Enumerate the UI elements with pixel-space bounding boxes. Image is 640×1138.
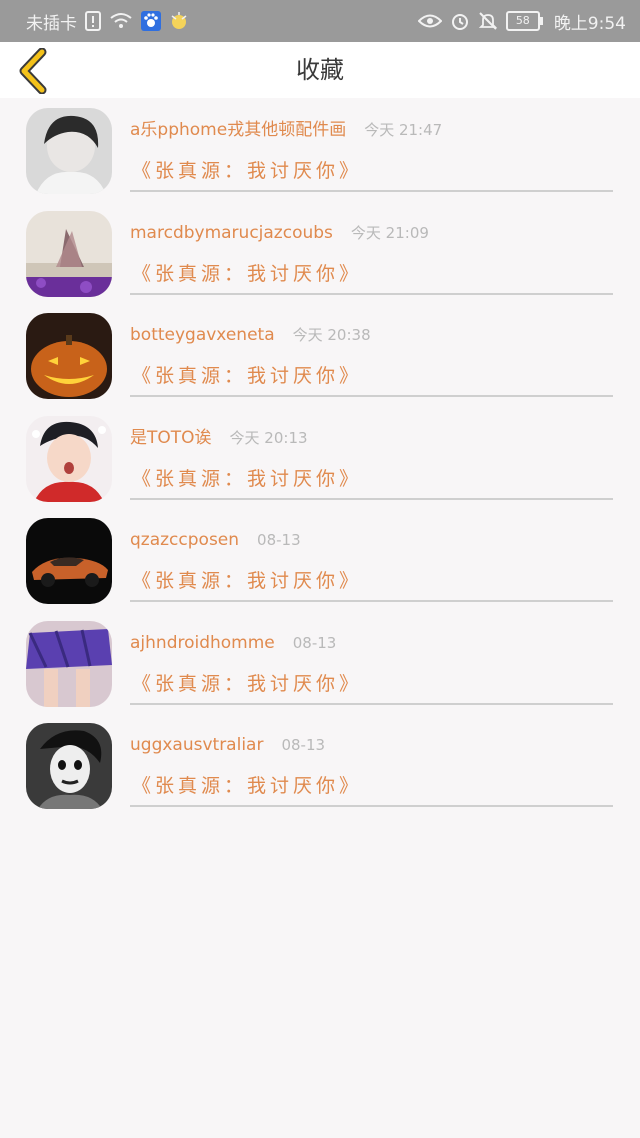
item-meta: marcdbymarucjazcoubs 今天 21:09: [130, 221, 429, 245]
work-title[interactable]: 《张真源：我讨厌你》: [132, 464, 362, 491]
username[interactable]: marcdbymarucjazcoubs: [130, 223, 333, 243]
mute-icon: [478, 11, 498, 31]
username[interactable]: botteygavxeneta: [130, 325, 275, 345]
item-meta: qzazccposen 08-13: [130, 528, 301, 552]
avatar[interactable]: [26, 620, 112, 707]
item-meta: uggxausvtraliar 08-13: [130, 733, 325, 757]
avatar[interactable]: [26, 415, 112, 502]
item-meta: ajhndroidhomme 08-13: [130, 631, 336, 655]
divider: [130, 190, 613, 192]
timestamp: 08-13: [292, 633, 337, 652]
header: 收藏: [0, 42, 640, 98]
baidu-app-icon: [141, 11, 161, 31]
divider: [130, 497, 613, 500]
list-item[interactable]: a乐pphome戎其他顿配件画 今天 21:47 《张真源：我讨厌你》: [0, 98, 640, 201]
status-right: 58 晚上9:54: [417, 9, 626, 34]
list-item[interactable]: ajhndroidhomme 08-13 《张真源：我讨厌你》: [0, 611, 640, 714]
list-item[interactable]: uggxausvtraliar 08-13 《张真源：我讨厌你》: [0, 713, 640, 816]
eye-comfort-icon: [417, 13, 442, 29]
wifi-icon: [109, 12, 133, 30]
list-item[interactable]: botteygavxeneta 今天 20:38 《张真源：我讨厌你》: [0, 303, 640, 406]
timestamp: 08-13: [281, 736, 326, 754]
clock-label: 晚上9:54: [553, 13, 626, 34]
back-button[interactable]: [14, 47, 54, 95]
divider: [130, 702, 613, 705]
list-item[interactable]: 是TOTO诶 今天 20:13 《张真源：我讨厌你》: [0, 406, 640, 509]
list-item[interactable]: qzazccposen 08-13 《张真源：我讨厌你》: [0, 508, 640, 611]
sim-alert-icon: [85, 11, 101, 31]
item-meta: botteygavxeneta 今天 20:38: [130, 323, 371, 347]
avatar[interactable]: [26, 210, 112, 297]
battery-icon: 58: [505, 11, 543, 31]
work-title[interactable]: 《张真源：我讨厌你》: [132, 259, 362, 286]
divider: [130, 395, 613, 397]
timestamp: 今天 21:09: [350, 223, 429, 242]
alarm-icon: [450, 11, 470, 31]
divider: [130, 805, 613, 807]
chevron-left-icon: [19, 47, 47, 95]
username[interactable]: ajhndroidhomme: [130, 633, 275, 653]
avatar[interactable]: [26, 313, 112, 399]
avatar[interactable]: [26, 723, 112, 809]
work-title[interactable]: 《张真源：我讨厌你》: [132, 669, 362, 696]
favorites-list: a乐pphome戎其他顿配件画 今天 21:47 《张真源：我讨厌你》 marcd…: [0, 98, 640, 816]
work-title[interactable]: 《张真源：我讨厌你》: [132, 566, 362, 593]
carrier-label: 未插卡: [26, 13, 77, 34]
list-item[interactable]: marcdbymarucjazcoubs 今天 21:09 《张真源：我讨厌你》: [0, 201, 640, 304]
page-title: 收藏: [296, 56, 344, 84]
timestamp: 今天 21:47: [364, 121, 443, 139]
work-title[interactable]: 《张真源：我讨厌你》: [132, 771, 362, 798]
username[interactable]: uggxausvtraliar: [130, 735, 263, 755]
divider: [130, 600, 613, 602]
avatar[interactable]: [26, 518, 112, 604]
timestamp: 今天 20:38: [292, 326, 371, 344]
timestamp: 08-13: [257, 531, 301, 549]
work-title[interactable]: 《张真源：我讨厌你》: [132, 361, 362, 388]
username[interactable]: 是TOTO诶: [130, 428, 212, 448]
item-meta: 是TOTO诶 今天 20:13: [130, 426, 308, 450]
notification-app-icon: [169, 11, 189, 31]
avatar[interactable]: [26, 108, 112, 194]
status-left: 未插卡: [26, 9, 189, 34]
timestamp: 今天 20:13: [229, 428, 308, 447]
username[interactable]: qzazccposen: [130, 530, 239, 550]
divider: [130, 292, 613, 295]
work-title[interactable]: 《张真源：我讨厌你》: [132, 156, 362, 183]
item-meta: a乐pphome戎其他顿配件画 今天 21:47: [130, 118, 442, 142]
username[interactable]: a乐pphome戎其他顿配件画: [130, 120, 346, 140]
